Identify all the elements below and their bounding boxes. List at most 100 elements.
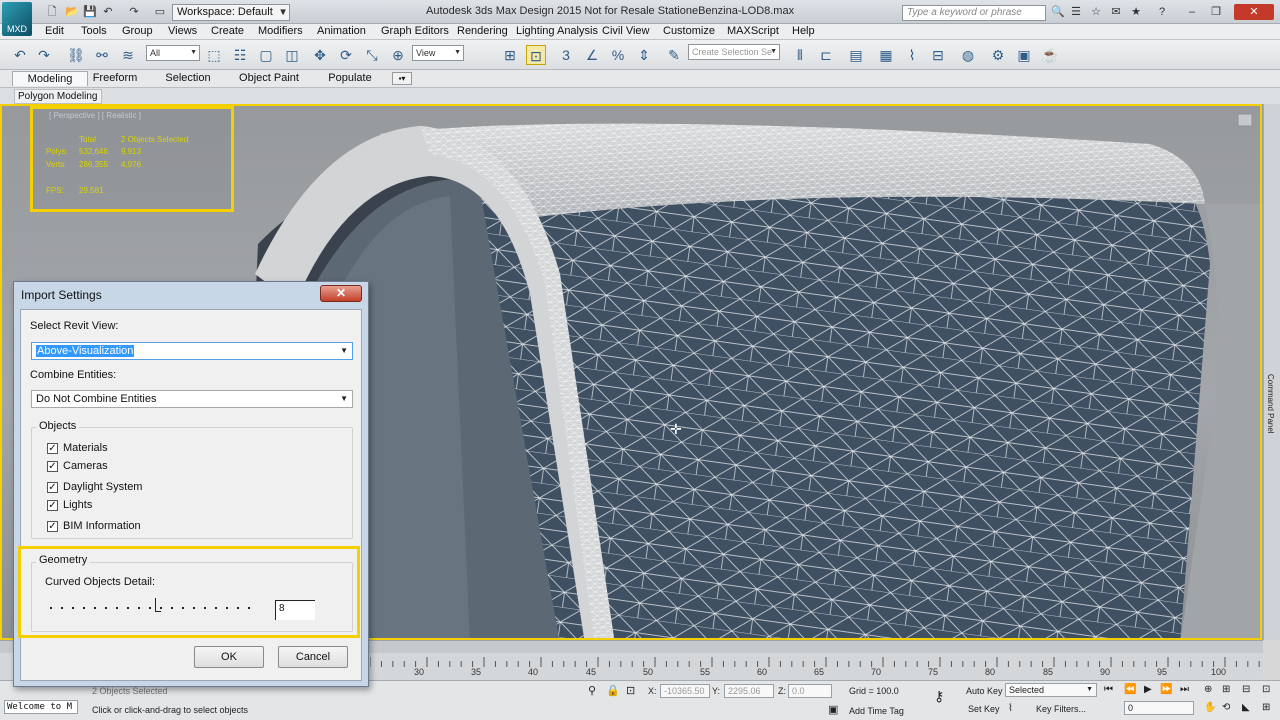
go-to-end-icon[interactable]: ⏭ <box>1180 684 1189 695</box>
redo-icon[interactable]: ↷ <box>126 4 142 20</box>
menu-maxscript[interactable]: MAXScript <box>727 25 779 37</box>
material-editor-icon[interactable]: ◍ <box>958 45 978 65</box>
y-coordinate-field[interactable]: 2295.06 <box>724 684 774 698</box>
snaps-toggle-icon[interactable]: 3 <box>556 45 576 65</box>
select-object-icon[interactable]: ⬚ <box>204 45 224 65</box>
ribbon-tab-selection[interactable]: Selection <box>160 71 216 86</box>
default-in-out-tangent-icon[interactable]: ⌇ <box>1008 703 1013 714</box>
menu-civil-view[interactable]: Civil View <box>602 25 649 37</box>
project-folder-icon[interactable]: ▭ <box>152 4 168 20</box>
revit-view-dropdown[interactable]: Above-Visualization ▼ <box>31 342 353 360</box>
time-tag-icon[interactable]: ▣ <box>828 703 838 716</box>
percent-snap-icon[interactable]: % <box>608 45 628 65</box>
ribbon-tab-modeling[interactable]: Modeling <box>12 71 88 86</box>
ok-button[interactable]: OK <box>194 646 264 668</box>
zoom-extents-selected-icon[interactable]: ⊟ <box>1242 684 1250 695</box>
rendered-frame-window-icon[interactable]: ▣ <box>1014 45 1034 65</box>
menu-rendering[interactable]: Rendering <box>457 25 508 37</box>
unlink-icon[interactable]: ⚯ <box>92 45 112 65</box>
ribbon-tab-freeform[interactable]: Freeform <box>84 71 146 86</box>
zoom-icon[interactable]: ⊕ <box>1204 684 1212 695</box>
lights-checkbox[interactable]: ✓ <box>47 500 58 511</box>
menu-customize[interactable]: Customize <box>663 25 715 37</box>
undo-icon[interactable]: ↶ <box>10 45 30 65</box>
curve-editor-icon[interactable]: ⌇ <box>902 45 922 65</box>
select-and-rotate-icon[interactable]: ⟳ <box>336 45 356 65</box>
maximize-viewport-icon[interactable]: ⊡ <box>1262 684 1270 695</box>
workspace-dropdown[interactable]: Workspace: Default ▼ <box>172 4 290 21</box>
menu-help[interactable]: Help <box>792 25 815 37</box>
cameras-checkbox[interactable]: ✓ <box>47 461 58 472</box>
bim-information-checkbox[interactable]: ✓ <box>47 521 58 532</box>
schematic-view-icon[interactable]: ⊟ <box>928 45 948 65</box>
isolate-selection-icon[interactable]: ⚲ <box>588 684 596 697</box>
menu-create[interactable]: Create <box>211 25 244 37</box>
field-of-view-icon[interactable]: ◣ <box>1242 702 1250 713</box>
selection-lock-icon[interactable]: 🔒 <box>606 684 620 697</box>
auto-key-button[interactable]: Auto Key <box>966 686 1003 696</box>
ribbon-tab-populate[interactable]: Populate <box>322 71 378 86</box>
orbit-icon[interactable]: ⟲ <box>1222 702 1230 713</box>
ribbon-options-icon[interactable]: ▪▾ <box>392 72 412 85</box>
current-frame-field[interactable]: 0 <box>1124 701 1194 715</box>
quick-access-menu-icon[interactable]: ▾ <box>276 4 290 20</box>
z-coordinate-field[interactable]: 0.0 <box>788 684 832 698</box>
daylight-system-checkbox[interactable]: ✓ <box>47 482 58 493</box>
select-manipulate-icon[interactable]: ⊡ <box>526 45 546 65</box>
app-logo-button[interactable]: MXD <box>2 2 32 36</box>
maximize-toggle-icon[interactable]: ⊞ <box>1262 702 1270 713</box>
select-and-link-icon[interactable]: ⛓ <box>66 45 86 65</box>
spinner-snap-icon[interactable]: ⇕ <box>634 45 654 65</box>
layer-explorer-icon[interactable]: ▤ <box>846 45 866 65</box>
viewport-label[interactable]: [ Perspective ] [ Realistic ] <box>49 111 141 120</box>
bind-space-warp-icon[interactable]: ≋ <box>118 45 138 65</box>
reference-coordinate-dropdown[interactable]: View ▼ <box>412 45 464 61</box>
play-icon[interactable]: ▶ <box>1144 684 1152 695</box>
ribbon-tab-object-paint[interactable]: Object Paint <box>236 71 302 86</box>
menu-group[interactable]: Group <box>122 25 153 37</box>
key-filters-button[interactable]: Key Filters... <box>1036 704 1086 714</box>
previous-frame-icon[interactable]: ⏪ <box>1124 684 1136 695</box>
set-key-icon[interactable]: ⚷ <box>934 688 944 705</box>
angle-snap-icon[interactable]: ∠ <box>582 45 602 65</box>
curved-objects-detail-value[interactable]: 8 <box>275 600 315 620</box>
viewcube-icon[interactable] <box>1237 113 1253 127</box>
track-bar-ruler[interactable] <box>370 655 1260 667</box>
dialog-close-button[interactable]: ✕ <box>320 285 362 302</box>
menu-views[interactable]: Views <box>168 25 197 37</box>
menu-lighting-analysis[interactable]: Lighting Analysis <box>516 25 598 37</box>
favorites-icon[interactable]: ✉ <box>1108 4 1124 20</box>
zoom-extents-all-icon[interactable]: ⊞ <box>1222 684 1230 695</box>
menu-tools[interactable]: Tools <box>81 25 107 37</box>
mirror-icon[interactable]: ⫴ <box>790 45 810 65</box>
menu-edit[interactable]: Edit <box>45 25 64 37</box>
render-setup-icon[interactable]: ⚙ <box>988 45 1008 65</box>
search-input[interactable]: Type a keyword or phrase <box>902 5 1046 21</box>
edit-named-selection-icon[interactable]: ✎ <box>664 45 684 65</box>
select-and-place-icon[interactable]: ⊕ <box>388 45 408 65</box>
named-selection-set-dropdown[interactable]: Create Selection Se ▼ <box>688 44 780 60</box>
scene-explorer-icon[interactable]: ▦ <box>876 45 896 65</box>
minimize-icon[interactable]: – <box>1184 4 1200 20</box>
close-window-icon[interactable]: ✕ <box>1234 4 1274 20</box>
help-icon[interactable]: ? <box>1154 4 1170 20</box>
materials-checkbox[interactable]: ✓ <box>47 443 58 454</box>
select-by-name-icon[interactable]: ☷ <box>230 45 250 65</box>
restore-icon[interactable]: ❐ <box>1208 4 1224 20</box>
menu-animation[interactable]: Animation <box>317 25 366 37</box>
x-coordinate-field[interactable]: -10365.50 <box>660 684 710 698</box>
save-icon[interactable]: 💾 <box>82 4 98 20</box>
open-file-icon[interactable]: 📂 <box>64 4 80 20</box>
undo-icon[interactable]: ↶ <box>100 4 116 20</box>
redo-icon[interactable]: ↷ <box>34 45 54 65</box>
render-production-icon[interactable]: ☕ <box>1040 45 1060 65</box>
align-icon[interactable]: ⊏ <box>816 45 836 65</box>
polygon-modeling-panel[interactable]: Polygon Modeling <box>14 89 102 104</box>
set-key-button[interactable]: Set Key <box>968 704 1000 714</box>
combine-entities-dropdown[interactable]: Do Not Combine Entities ▼ <box>31 390 353 408</box>
favorites-star-icon[interactable]: ★ <box>1128 4 1144 20</box>
next-frame-icon[interactable]: ⏩ <box>1160 684 1172 695</box>
go-to-start-icon[interactable]: ⏮ <box>1104 684 1113 695</box>
search-icon[interactable]: 🔍 <box>1050 4 1066 20</box>
window-crossing-icon[interactable]: ◫ <box>282 45 302 65</box>
